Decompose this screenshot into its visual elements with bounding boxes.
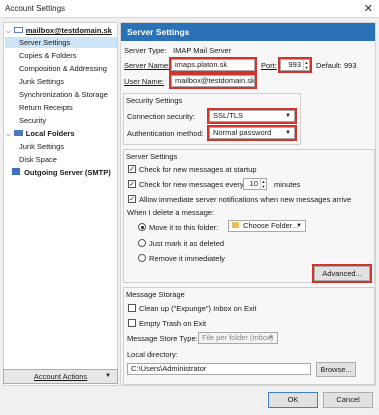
- collapse-icon[interactable]: ⌵: [6, 29, 11, 35]
- allow-immediate-checkbox[interactable]: ✓: [128, 195, 136, 203]
- check-every-input[interactable]: 10 ▲ ▼: [243, 178, 267, 190]
- sidebar-item-copies-folders[interactable]: Copies & Folders: [19, 50, 77, 61]
- check-startup-label: Check for new messages at startup: [139, 165, 257, 174]
- dropdown-arrow-icon: ▼: [105, 373, 111, 379]
- remove-immediately-radio[interactable]: [138, 254, 146, 262]
- folder-icon: [232, 222, 239, 228]
- cancel-button[interactable]: Cancel: [323, 392, 373, 408]
- allow-immediate-label: Allow immediate server notifications whe…: [139, 195, 352, 204]
- sidebar-item-local-junk[interactable]: Junk Settings: [19, 141, 64, 152]
- security-settings-title: Security Settings: [126, 96, 183, 105]
- minutes-label: minutes: [274, 180, 301, 189]
- server-name-label: Server Name:: [124, 61, 171, 70]
- title-bar: Account Settings ✕: [0, 0, 379, 18]
- local-directory-input[interactable]: C:\Users\Administrator: [127, 363, 311, 375]
- store-type-label: Message Store Type:: [127, 334, 198, 343]
- when-delete-label: When I delete a message:: [127, 208, 215, 217]
- server-name-input[interactable]: imaps.platon.sk: [169, 57, 257, 73]
- auth-method-select[interactable]: Normal password ▼: [207, 125, 297, 141]
- port-spinner-icon[interactable]: ▲ ▼: [303, 60, 309, 70]
- server-type-value: IMAP Mail Server: [173, 46, 232, 55]
- move-to-folder-radio[interactable]: [138, 223, 146, 231]
- remove-immediately-label: Remove it immediately: [149, 254, 225, 263]
- message-storage-title: Message Storage: [126, 290, 185, 299]
- sidebar-item-receipts[interactable]: Return Receipts: [19, 102, 73, 113]
- check-startup-checkbox[interactable]: ✓: [128, 165, 136, 173]
- auth-method-label: Authentication method:: [127, 129, 204, 138]
- connection-security-select[interactable]: SSL/TLS ▼: [207, 108, 297, 124]
- server-settings-panel: Server Settings Server Type: IMAP Mail S…: [120, 22, 376, 386]
- choose-folder-select[interactable]: Choose Folder... ▼: [228, 220, 306, 232]
- local-folders-label: Local Folders: [25, 129, 75, 138]
- auth-method-value: Normal password: [213, 128, 272, 137]
- user-name-input[interactable]: mailbox@testdomain.sk: [169, 73, 257, 89]
- dropdown-arrow-icon: ▼: [285, 130, 291, 136]
- sidebar-item-sync[interactable]: Synchronization & Storage: [19, 89, 108, 100]
- sidebar-item-composition[interactable]: Composition & Addressing: [19, 63, 107, 74]
- just-mark-label: Just mark it as deleted: [149, 239, 225, 248]
- local-folders-icon: [13, 130, 23, 136]
- port-input[interactable]: 993 ▲ ▼: [278, 57, 312, 73]
- dropdown-arrow-icon: ▼: [296, 223, 302, 229]
- ok-button[interactable]: OK: [268, 392, 318, 408]
- port-label: Port:: [261, 61, 277, 70]
- outgoing-label: Outgoing Server (SMTP): [24, 168, 111, 177]
- window-title: Account Settings: [5, 4, 66, 13]
- account-actions-label: Account Actions: [33, 372, 88, 381]
- security-settings-group: Security Settings Connection security: S…: [123, 93, 301, 145]
- clean-up-checkbox[interactable]: [128, 304, 136, 312]
- account-tree: ⌵ mailbox@testdomain.sk Server Settings …: [3, 22, 118, 386]
- default-port-value: 993: [344, 61, 357, 70]
- sidebar-item-junk[interactable]: Junk Settings: [19, 76, 64, 87]
- collapse-icon[interactable]: ⌵: [6, 132, 11, 138]
- check-every-label: Check for new messages every: [139, 180, 244, 189]
- port-value: 993: [288, 60, 301, 69]
- minutes-spinner-icon[interactable]: ▲ ▼: [260, 179, 266, 189]
- close-icon[interactable]: ✕: [364, 2, 373, 15]
- sidebar-item-server-settings[interactable]: Server Settings: [5, 37, 117, 48]
- tree-local-folders[interactable]: ⌵ Local Folders: [6, 128, 75, 139]
- account-label: mailbox@testdomain.sk: [25, 26, 112, 35]
- tree-account[interactable]: ⌵ mailbox@testdomain.sk: [6, 25, 112, 36]
- clean-up-label: Clean up ("Expunge") Inbox on Exit: [139, 304, 257, 313]
- connection-security-value: SSL/TLS: [213, 111, 244, 120]
- advanced-button[interactable]: Advanced...: [312, 264, 372, 283]
- check-every-checkbox[interactable]: ✓: [128, 180, 136, 188]
- empty-trash-label: Empty Trash on Exit: [139, 319, 207, 328]
- move-to-folder-label: Move it to this folder:: [149, 223, 219, 232]
- store-type-select: File per folder (mbox) ▼: [198, 332, 278, 344]
- panel-header: Server Settings: [121, 23, 375, 41]
- dropdown-arrow-icon: ▼: [285, 113, 291, 119]
- account-actions-button[interactable]: Account Actions ▼: [3, 369, 118, 384]
- message-storage-group: Message Storage Clean up ("Expunge") Inb…: [123, 287, 375, 385]
- connection-security-label: Connection security:: [127, 112, 195, 121]
- mail-account-icon: [13, 27, 23, 33]
- user-name-label: User Name:: [124, 77, 165, 86]
- default-port-label: Default:: [316, 61, 342, 70]
- server-type-label: Server Type:: [124, 46, 167, 55]
- outgoing-server-icon: [12, 168, 20, 175]
- empty-trash-checkbox[interactable]: [128, 319, 136, 327]
- resize-grip-icon[interactable]: ⋰: [372, 408, 378, 414]
- browse-button[interactable]: Browse...: [316, 362, 356, 377]
- check-every-value: 10: [249, 179, 258, 188]
- store-type-value: File per folder (mbox): [202, 333, 274, 342]
- tree-outgoing[interactable]: Outgoing Server (SMTP): [12, 167, 111, 178]
- sidebar-item-disk-space[interactable]: Disk Space: [19, 154, 57, 165]
- local-directory-label: Local directory:: [127, 350, 178, 359]
- just-mark-radio[interactable]: [138, 239, 146, 247]
- sidebar-item-security[interactable]: Security: [19, 115, 46, 126]
- server-settings-group-title: Server Settings: [126, 152, 178, 161]
- choose-folder-label: Choose Folder...: [243, 221, 299, 230]
- server-settings-group: Server Settings ✓ Check for new messages…: [123, 149, 375, 283]
- dropdown-arrow-icon: ▼: [268, 335, 274, 341]
